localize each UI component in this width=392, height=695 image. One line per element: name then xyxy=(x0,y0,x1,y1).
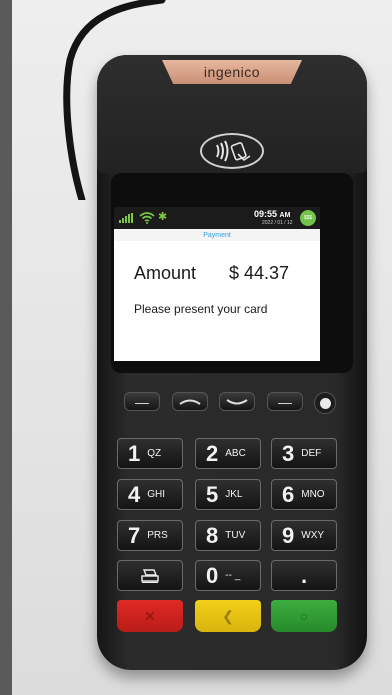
wifi-icon xyxy=(139,212,155,224)
paper-feed-icon xyxy=(141,568,159,583)
key-letters: JKL xyxy=(225,488,243,500)
key-number: 5 xyxy=(206,481,219,507)
key-letters: -- _ xyxy=(225,569,241,581)
key-number: 9 xyxy=(282,522,295,548)
key-3[interactable]: 3 DEF xyxy=(271,438,337,469)
key-letters: QZ xyxy=(147,447,162,459)
power-button[interactable] xyxy=(314,392,336,414)
key-8[interactable]: 8 TUV xyxy=(195,520,261,551)
photo-background: ingenico ✱ 09:55 AM 2022 / 01 / 12 $$$ P… xyxy=(12,0,392,695)
back-icon: ❮ xyxy=(222,607,234,624)
key-number: . xyxy=(300,562,308,588)
window-border xyxy=(0,0,12,695)
status-bar: ✱ 09:55 AM 2022 / 01 / 12 $$$ xyxy=(114,207,320,229)
key-5[interactable]: 5 JKL xyxy=(195,479,261,510)
key-number: 8 xyxy=(206,522,219,548)
payment-prompt: Please present your card xyxy=(134,302,268,316)
terminal-screen: ✱ 09:55 AM 2022 / 01 / 12 $$$ Payment Am… xyxy=(114,207,320,361)
key-6[interactable]: 6 MNO xyxy=(271,479,337,510)
function-key-down[interactable] xyxy=(219,392,255,411)
bluetooth-icon: ✱ xyxy=(158,211,168,223)
key-letters: DEF xyxy=(301,447,322,459)
key-dot[interactable]: . xyxy=(271,560,337,591)
amount-label: Amount xyxy=(134,263,197,283)
key-4[interactable]: 4 GHI xyxy=(117,479,183,510)
cancel-icon: ✕ xyxy=(144,607,156,624)
signal-icon xyxy=(119,213,133,223)
key-letters: PRS xyxy=(147,529,168,541)
correction-key[interactable]: ❮ xyxy=(195,600,261,632)
terminal-head: ingenico xyxy=(97,55,367,173)
key-letters: ABC xyxy=(225,447,246,459)
key-number: 1 xyxy=(128,440,141,466)
key-letters: TUV xyxy=(225,529,246,541)
key-1[interactable]: 1 QZ xyxy=(117,438,183,469)
key-0[interactable]: 0 -- _ xyxy=(195,560,261,591)
app-badge: $$$ xyxy=(300,210,316,226)
function-key-1[interactable]: — xyxy=(124,392,160,411)
brand-logo: ingenico xyxy=(203,64,261,80)
screen-title: Payment xyxy=(114,229,320,241)
enter-key[interactable]: ○ xyxy=(271,600,337,632)
key-number: 3 xyxy=(282,440,295,466)
contactless-icon xyxy=(200,133,264,169)
key-7[interactable]: 7 PRS xyxy=(117,520,183,551)
paper-feed-key[interactable] xyxy=(117,560,183,591)
brand-plate: ingenico xyxy=(162,60,302,84)
clock: 09:55 AM xyxy=(254,209,290,219)
cancel-key[interactable]: ✕ xyxy=(117,600,183,632)
power-icon xyxy=(319,397,331,409)
key-2[interactable]: 2 ABC xyxy=(195,438,261,469)
amount-value: $ 44.37 xyxy=(229,263,290,283)
key-9[interactable]: 9 WXY xyxy=(271,520,337,551)
key-number: 2 xyxy=(206,440,219,466)
clock-ampm: AM xyxy=(279,212,291,219)
payment-terminal: ingenico ✱ 09:55 AM 2022 / 01 / 12 $$$ P… xyxy=(97,55,367,670)
key-number: 7 xyxy=(128,522,141,548)
key-number: 4 xyxy=(128,481,141,507)
function-key-up[interactable] xyxy=(172,392,208,411)
key-number: 6 xyxy=(282,481,295,507)
key-letters: WXY xyxy=(301,529,325,541)
function-key-4[interactable]: — xyxy=(267,392,303,411)
key-letters: MNO xyxy=(301,488,325,500)
date: 2022 / 01 / 12 xyxy=(262,220,293,226)
key-number: 0 xyxy=(206,562,219,588)
clock-time: 09:55 xyxy=(254,209,278,219)
key-letters: GHI xyxy=(147,488,166,500)
ok-icon: ○ xyxy=(299,608,309,624)
